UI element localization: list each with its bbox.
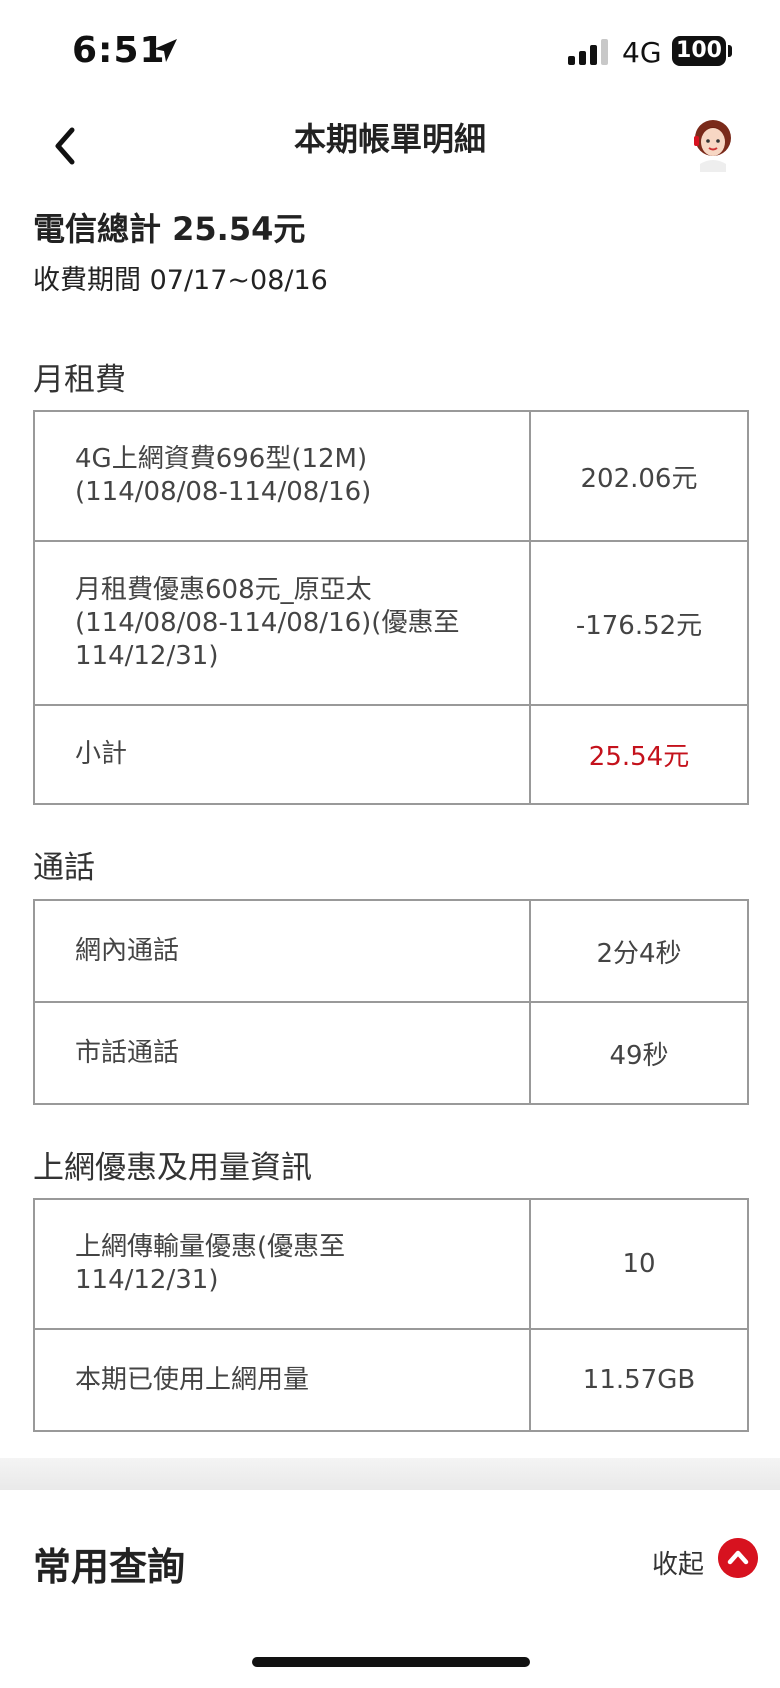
row-label: 月租費優惠608元_原亞太 (114/08/08-114/08/16)(優惠至 … xyxy=(33,540,531,706)
table-row: 市話通話 49秒 xyxy=(33,1001,749,1105)
row-label: 上網傳輸量優惠(優惠至 114/12/31) xyxy=(33,1198,531,1330)
table-row: 本期已使用上網用量 11.57GB xyxy=(33,1328,749,1432)
quick-query-title: 常用查詢 xyxy=(33,1545,186,1589)
row-value: 202.06元 xyxy=(529,410,749,542)
customer-service-avatar-icon[interactable] xyxy=(688,114,738,174)
section-title-data: 上網優惠及用量資訊 xyxy=(33,1150,312,1186)
subtotal-value: 25.54元 xyxy=(529,704,749,805)
data-usage-table: 上網傳輸量優惠(優惠至 114/12/31) 10 本期已使用上網用量 11.5… xyxy=(33,1198,749,1432)
row-value: 11.57GB xyxy=(529,1328,749,1432)
battery-indicator: 100 xyxy=(672,36,726,66)
monthly-fee-table: 4G上網資費696型(12M) (114/08/08-114/08/16) 20… xyxy=(33,410,749,805)
table-row: 網內通話 2分4秒 xyxy=(33,899,749,1003)
billing-period: 收費期間 07/17~08/16 xyxy=(33,265,328,296)
row-label: 網內通話 xyxy=(33,899,531,1003)
row-value: 49秒 xyxy=(529,1001,749,1105)
section-divider xyxy=(0,1458,780,1490)
row-label: 本期已使用上網用量 xyxy=(33,1328,531,1432)
telecom-total: 電信總計 25.54元 xyxy=(33,210,306,248)
table-row: 小計 25.54元 xyxy=(33,704,749,805)
status-bar: 6:51 4G 100 xyxy=(0,0,780,100)
page-title: 本期帳單明細 xyxy=(293,120,486,158)
collapse-link[interactable]: 收起 xyxy=(652,1544,704,1581)
home-indicator xyxy=(252,1657,530,1667)
table-row: 上網傳輸量優惠(優惠至 114/12/31) 10 xyxy=(33,1198,749,1330)
table-row: 月租費優惠608元_原亞太 (114/08/08-114/08/16)(優惠至 … xyxy=(33,540,749,706)
network-type: 4G xyxy=(622,36,662,69)
section-title-calls: 通話 xyxy=(33,850,95,886)
table-row: 4G上網資費696型(12M) (114/08/08-114/08/16) 20… xyxy=(33,410,749,542)
calls-table: 網內通話 2分4秒 市話通話 49秒 xyxy=(33,899,749,1105)
location-arrow-icon xyxy=(154,39,177,62)
chevron-up-icon[interactable] xyxy=(718,1538,758,1578)
cellular-signal-icon xyxy=(568,39,608,65)
row-value: 10 xyxy=(529,1198,749,1330)
battery-nub xyxy=(728,45,732,57)
row-label: 4G上網資費696型(12M) (114/08/08-114/08/16) xyxy=(33,410,531,542)
row-label: 市話通話 xyxy=(33,1001,531,1105)
battery-level: 100 xyxy=(676,38,722,63)
section-title-monthly: 月租費 xyxy=(33,362,126,398)
nav-bar: 本期帳單明細 xyxy=(0,100,780,190)
row-value: -176.52元 xyxy=(529,540,749,706)
subtotal-label: 小計 xyxy=(33,704,531,805)
row-value: 2分4秒 xyxy=(529,899,749,1003)
